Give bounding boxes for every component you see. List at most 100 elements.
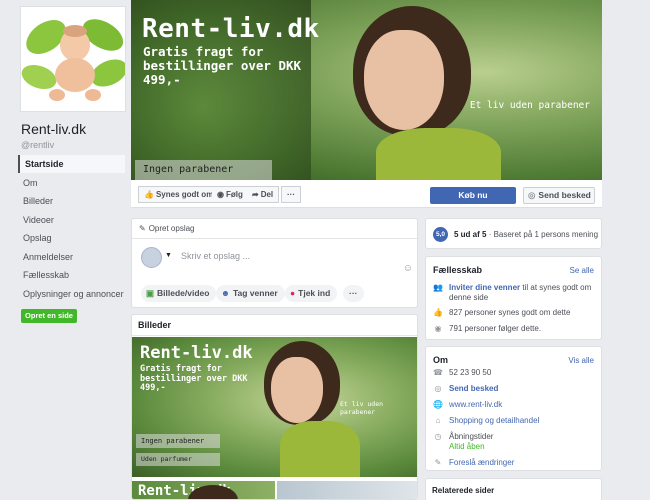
check-in-button[interactable]: ● Tjek ind <box>285 285 338 302</box>
buy-now-button[interactable]: Køb nu <box>430 187 516 204</box>
cover-woman-face <box>364 30 444 130</box>
website-link[interactable]: www.rent-liv.dk <box>449 400 502 409</box>
profile-picture[interactable] <box>20 6 126 112</box>
invite-friends-link[interactable]: Inviter dine venner <box>449 283 520 292</box>
messenger-icon: ◎ <box>528 190 536 200</box>
community-card: Fællesskab Se alle 👥 Inviter dine venner … <box>425 256 602 340</box>
photo-woman-dress <box>280 421 360 477</box>
baby-leaves-logo <box>21 7 125 111</box>
composer-avatar <box>141 247 162 268</box>
rss-icon: ◉ <box>217 190 224 199</box>
hours-label: Åbningstider <box>449 432 494 441</box>
photos-section: Billeder Rent-liv.dk Gratis fragt for be… <box>131 314 418 500</box>
globe-icon: 🌐 <box>433 400 443 409</box>
nav-item-faellesskab[interactable]: Fællesskab <box>18 266 125 284</box>
cover-label: Ingen parabener <box>135 160 272 180</box>
cover-woman-dress <box>376 128 501 180</box>
tag-friends-label: Tag venner <box>232 288 278 298</box>
invite-row: 👥 Inviter dine venner til at synes godt o… <box>433 283 591 292</box>
send-message-button[interactable]: ◎ Send besked <box>523 187 595 204</box>
nav-item-startside[interactable]: Startside <box>18 155 125 173</box>
chevron-down-icon[interactable]: ▼ <box>165 252 172 259</box>
location-pin-icon: ● <box>290 288 296 298</box>
post-input[interactable]: Skriv et opslag ... <box>181 251 250 261</box>
photo-video-button[interactable]: ▣ Billede/video <box>141 285 217 302</box>
cover-title: Rent-liv.dk <box>142 14 320 44</box>
follows-count: 791 personer følger dette. <box>449 324 542 333</box>
create-page-button[interactable]: Opret en side <box>21 309 77 323</box>
tag-icon: ⌂ <box>435 416 441 425</box>
rss-icon: ◉ <box>434 324 442 333</box>
about-card: Om Vis alle ☎ 52 23 90 50 ◎ Send besked 🌐 w… <box>425 346 602 471</box>
about-see-all-link[interactable]: Vis alle <box>568 356 594 365</box>
page-handle: @rentliv <box>21 140 55 150</box>
thumbs-up-icon: 👍 <box>433 308 443 317</box>
community-see-all-link[interactable]: Se alle <box>570 266 594 275</box>
follow-label: Følg <box>225 190 243 199</box>
tag-friends-button[interactable]: ☻ Tag venner <box>216 285 285 302</box>
like-button[interactable]: 👍 Synes godt om <box>138 186 220 203</box>
invite-line2: denne side <box>449 293 489 302</box>
photo-label-1: Ingen parabener <box>136 434 220 448</box>
rating-text[interactable]: 5 ud af 5 · Baseret på 1 persons mening <box>454 230 598 239</box>
photo-label-2: Uden parfumer <box>136 453 220 466</box>
suggest-row: ✎ Foreslå ændringer <box>433 458 515 467</box>
phone-icon: ☎ <box>433 368 443 377</box>
photo-thumb-2[interactable] <box>277 481 417 499</box>
suggest-edits-link[interactable]: Foreslå ændringer <box>449 458 514 467</box>
category-row: ⌂ Shopping og detailhandel <box>433 416 540 425</box>
more-button[interactable]: ··· <box>281 186 301 203</box>
composer-header[interactable]: ✎ Opret opslag <box>132 219 417 239</box>
nav-item-videoer[interactable]: Videoer <box>18 211 125 229</box>
photo-subtitle: Gratis fragt for bestillinger over DKK 4… <box>140 364 248 393</box>
photo-video-label: Billede/video <box>157 288 210 298</box>
phone-number[interactable]: 52 23 90 50 <box>449 368 491 377</box>
nav-item-anmeldelser[interactable]: Anmeldelser <box>18 248 125 266</box>
rating-card: 5,0 5 ud af 5 · Baseret på 1 persons men… <box>425 218 602 249</box>
photo-title: Rent-liv.dk <box>140 343 253 363</box>
clock-icon: ◷ <box>434 432 442 441</box>
photo-tagline: Et liv uden parabener <box>340 400 384 416</box>
composer-more-button[interactable]: ··· <box>343 285 364 302</box>
check-in-label: Tjek ind <box>298 288 331 298</box>
cover-tagline: Et liv uden parabener <box>469 100 590 111</box>
photo-icon: ▣ <box>146 288 155 298</box>
photo-main[interactable]: Rent-liv.dk Gratis fragt for bestillinge… <box>132 337 417 477</box>
about-title: Om <box>433 355 449 365</box>
hours-open: Altid åben <box>449 442 485 451</box>
pencil-icon: ✎ <box>139 224 146 233</box>
invite-friends-icon: 👥 <box>433 283 443 292</box>
community-title: Fællesskab <box>433 265 483 275</box>
nav-item-billeder[interactable]: Billeder <box>18 192 125 210</box>
cover-subtitle: Gratis fragt for bestillinger over DKK 4… <box>143 44 302 87</box>
photos-header[interactable]: Billeder <box>132 315 417 336</box>
share-icon: ➦ <box>252 190 259 199</box>
cover-photo[interactable]: Rent-liv.dk Gratis fragt for bestillinge… <box>131 0 602 180</box>
rating-basis: · Baseret på 1 persons mening <box>488 230 599 239</box>
related-pages-card: Relaterede sider <box>425 478 602 500</box>
share-button[interactable]: ➦ Del <box>247 186 280 203</box>
messenger-icon: ◎ <box>434 384 442 393</box>
likes-count: 827 personer synes godt om dette <box>449 308 571 317</box>
send-message-label: Send besked <box>538 190 591 200</box>
photo-woman-face <box>271 357 323 423</box>
photo-thumb-1[interactable]: Rent-liv.dk <box>132 481 275 499</box>
page-name[interactable]: Rent-liv.dk <box>21 121 86 137</box>
nav-item-oplysninger[interactable]: Oplysninger og annoncer <box>18 285 125 303</box>
composer-header-label: Opret opslag <box>148 224 195 233</box>
nav-item-opslag[interactable]: Opslag <box>18 229 125 247</box>
follows-row: ◉ 791 personer følger dette. <box>433 324 542 333</box>
rating-score: 5 ud af 5 <box>454 230 487 239</box>
about-send-message-link[interactable]: Send besked <box>449 384 498 393</box>
follow-button[interactable]: ◉ Følg <box>212 186 249 203</box>
emoji-icon[interactable]: ☺ <box>403 263 413 274</box>
category-link[interactable]: Shopping og detailhandel <box>449 416 539 425</box>
invite-rest: til at synes godt om <box>520 283 592 292</box>
likes-row: 👍 827 personer synes godt om dette <box>433 308 570 317</box>
nav-item-om[interactable]: Om <box>18 174 125 192</box>
website-row: 🌐 www.rent-liv.dk <box>433 400 502 409</box>
share-label: Del <box>260 190 274 199</box>
left-nav: Startside Om Billeder Videoer Opslag Anm… <box>18 155 125 303</box>
phone-row: ☎ 52 23 90 50 <box>433 368 491 377</box>
message-row: ◎ Send besked <box>433 384 499 393</box>
